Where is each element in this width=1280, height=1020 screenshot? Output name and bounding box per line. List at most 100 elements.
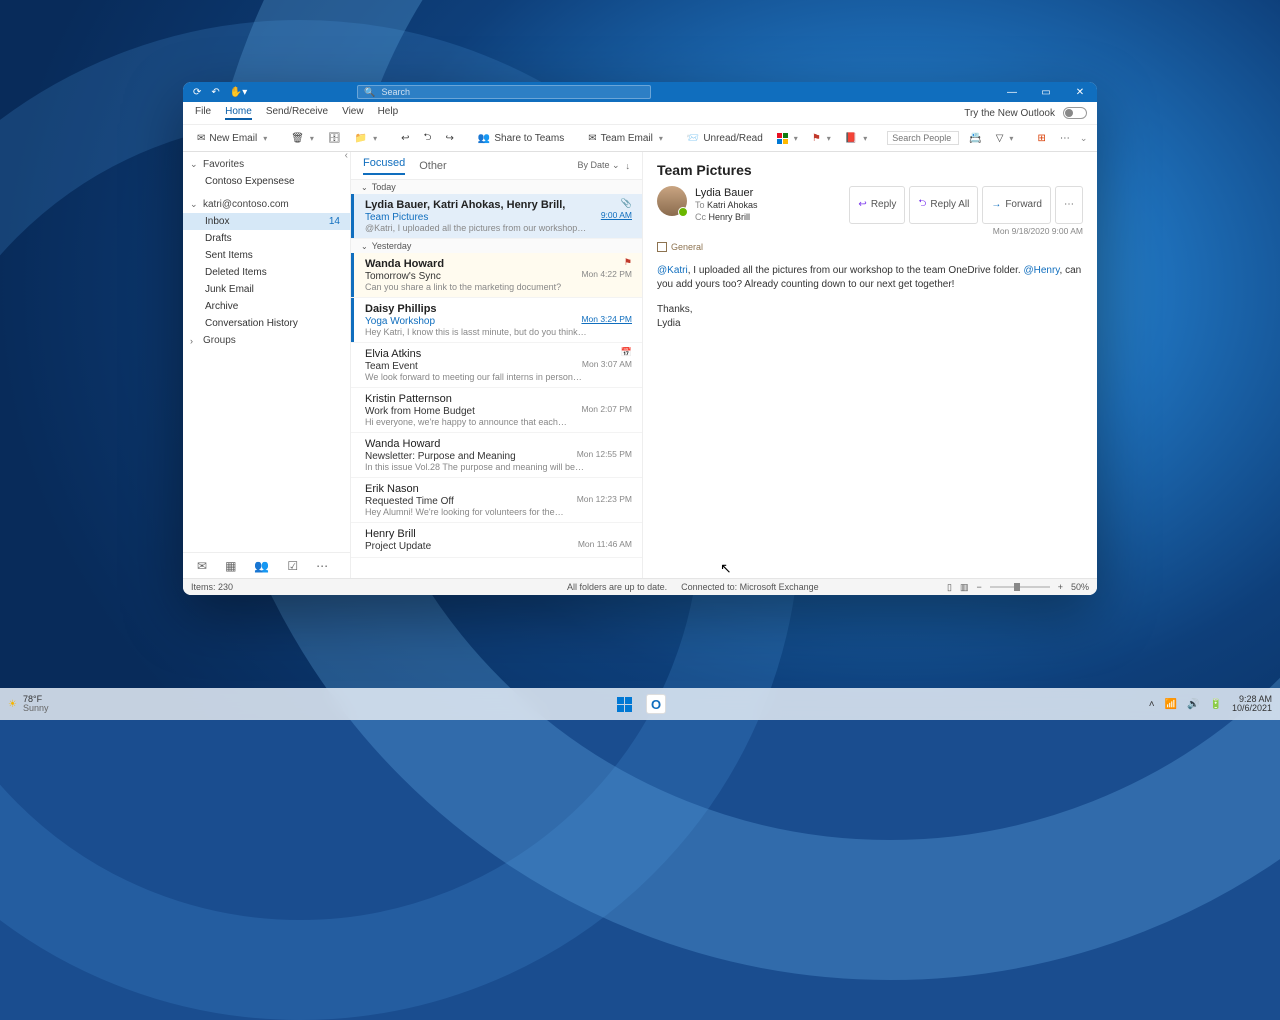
status-connected: Connected to: Microsoft Exchange: [681, 582, 819, 592]
address-book-button[interactable]: 📕▾: [841, 131, 871, 146]
try-new-outlook-label: Try the New Outlook: [964, 108, 1055, 119]
message-item[interactable]: Daisy Phillips Yoga Workshop Hey Katri, …: [351, 298, 642, 343]
trash-icon: 🗑: [291, 133, 304, 144]
touch-icon[interactable]: ✋▾: [230, 87, 247, 98]
forward-icon-button[interactable]: ↪: [442, 131, 458, 146]
reply-button[interactable]: ↩Reply: [849, 186, 905, 224]
minimize-button[interactable]: ―: [995, 82, 1029, 102]
sort-direction[interactable]: ↓: [626, 161, 631, 171]
archive-icon: 🗄: [328, 133, 341, 144]
calendar-nav-icon[interactable]: ▦: [225, 559, 236, 573]
move-button[interactable]: 📁▾: [351, 131, 381, 146]
reply-icon-button[interactable]: ↩: [397, 131, 413, 146]
view-reading-icon[interactable]: ▥: [960, 582, 969, 593]
try-new-outlook-toggle[interactable]: [1063, 107, 1087, 119]
zoom-slider[interactable]: [990, 586, 1050, 588]
reply-icon: ↩: [401, 133, 409, 144]
ribbon-expand[interactable]: ⌄: [1080, 133, 1088, 144]
menu-tab-sendreceive[interactable]: Send/Receive: [266, 106, 328, 120]
sync-icon[interactable]: ⟳: [193, 87, 201, 98]
folder-drafts[interactable]: Drafts: [183, 230, 350, 247]
search-people-input[interactable]: [887, 131, 959, 145]
message-group-header[interactable]: Today: [351, 180, 642, 194]
message-item[interactable]: Wanda Howard Newsletter: Purpose and Mea…: [351, 433, 642, 478]
account-header[interactable]: katri@contoso.com: [183, 196, 350, 213]
global-search[interactable]: 🔍 Search: [357, 85, 651, 99]
message-item[interactable]: ⚑ Wanda Howard Tomorrow's Sync Can you s…: [351, 253, 642, 298]
tab-focused[interactable]: Focused: [363, 157, 405, 175]
folder-archive[interactable]: Archive: [183, 298, 350, 315]
nav-icons: ✉ ▦ 👥 ☑ ⋯: [183, 552, 350, 578]
team-email-button[interactable]: ✉ Team Email▾: [584, 131, 667, 146]
favorites-header[interactable]: Favorites: [183, 156, 350, 173]
menu-tab-home[interactable]: Home: [225, 106, 252, 120]
message-item[interactable]: Kristin Patternson Work from Home Budget…: [351, 388, 642, 433]
calendar-icon: 📅: [621, 347, 632, 358]
folder-inbox[interactable]: Inbox14: [183, 213, 350, 230]
unread-read-button[interactable]: 📨 Unread/Read: [683, 131, 767, 146]
groups-header[interactable]: Groups: [183, 332, 350, 349]
reply-all-button[interactable]: ⮌Reply All: [909, 186, 978, 224]
reply-all-icon-button[interactable]: ⮌: [419, 128, 435, 149]
people-nav-icon[interactable]: 👥: [254, 559, 269, 573]
filter-button[interactable]: ▽▾: [992, 131, 1018, 146]
folder-conversation-history[interactable]: Conversation History: [183, 315, 350, 332]
flag-button[interactable]: ⚑▾: [808, 131, 835, 146]
outlook-window: ⟳ ↶ ✋▾ 🔍 Search ― ▭ ✕ File Home Send/Recei…: [183, 82, 1097, 595]
volume-icon[interactable]: 🔊: [1187, 699, 1199, 710]
mail-nav-icon[interactable]: ✉: [197, 559, 207, 573]
message-item[interactable]: Erik Nason Requested Time Off Hey Alumni…: [351, 478, 642, 523]
message-group-header[interactable]: Yesterday: [351, 239, 642, 253]
address-book2-button[interactable]: 📇: [965, 131, 985, 146]
start-button[interactable]: [614, 694, 634, 714]
attachment-icon: 📎: [621, 198, 632, 209]
categorize-button[interactable]: ▾: [773, 131, 802, 146]
channel-icon: [657, 242, 667, 252]
new-email-button[interactable]: ✉ New Email▾: [193, 131, 271, 146]
more-nav-icon[interactable]: ⋯: [316, 559, 328, 573]
folder-deleted-items[interactable]: Deleted Items: [183, 264, 350, 281]
reading-pane: Team Pictures Lydia Bauer To Katri Ahoka…: [643, 152, 1097, 578]
weather-widget[interactable]: ☀ 78°F Sunny: [8, 695, 49, 713]
wifi-icon[interactable]: 📶: [1165, 699, 1177, 710]
grid-icon: ⊞: [1037, 133, 1045, 144]
folder-junk-email[interactable]: Junk Email: [183, 281, 350, 298]
outlook-taskbar-icon[interactable]: O: [646, 694, 666, 714]
forward-button[interactable]: →Forward: [982, 186, 1051, 224]
sender-avatar: [657, 186, 687, 216]
message-item[interactable]: 📅 Elvia Atkins Team Event We look forwar…: [351, 343, 642, 388]
status-folders: All folders are up to date.: [567, 582, 667, 592]
undo-icon[interactable]: ↶: [211, 87, 219, 98]
message-item[interactable]: Henry Brill Project Update Mon 11:46 AM: [351, 523, 642, 558]
menu-tab-view[interactable]: View: [342, 106, 364, 120]
share-teams-button[interactable]: 👥 Share to Teams: [474, 131, 568, 146]
view-normal-icon[interactable]: ▯: [947, 582, 952, 593]
channel-chip[interactable]: General: [657, 242, 1083, 252]
menu-tab-file[interactable]: File: [195, 106, 211, 120]
sort-by[interactable]: By Date ⌄: [577, 160, 619, 171]
folder-contoso[interactable]: Contoso Expensese: [183, 173, 350, 190]
message-item[interactable]: 📎 Lydia Bauer, Katri Ahokas, Henry Brill…: [351, 194, 642, 239]
contacts-icon: 📇: [969, 133, 981, 144]
folder-pane: ‹ Favorites Contoso Expensese katri@cont…: [183, 152, 351, 578]
menu-row: File Home Send/Receive View Help Try the New…: [183, 102, 1097, 125]
more-button[interactable]: ⋯: [1056, 131, 1074, 146]
zoom-in[interactable]: +: [1058, 582, 1063, 592]
zoom-out[interactable]: −: [976, 582, 981, 592]
todo-nav-icon[interactable]: ☑: [287, 559, 298, 573]
reply-all-icon: ⮌: [423, 130, 431, 147]
message-body: @Katri, I uploaded all the pictures from…: [657, 264, 1083, 332]
delete-button[interactable]: 🗑▾: [287, 131, 318, 146]
clock[interactable]: 9:28 AM 10/6/2021: [1232, 695, 1272, 713]
archive-button[interactable]: 🗄: [324, 131, 345, 146]
tray-chevron-icon[interactable]: ˄: [1149, 699, 1155, 710]
battery-icon[interactable]: 🔋: [1210, 699, 1222, 710]
tab-other[interactable]: Other: [419, 160, 447, 172]
move-icon: 📁: [355, 133, 367, 144]
addins-button[interactable]: ⊞: [1033, 131, 1049, 146]
maximize-button[interactable]: ▭: [1029, 82, 1063, 102]
menu-tab-help[interactable]: Help: [378, 106, 399, 120]
close-button[interactable]: ✕: [1063, 82, 1097, 102]
more-actions-button[interactable]: ⋯: [1055, 186, 1083, 224]
folder-sent-items[interactable]: Sent Items: [183, 247, 350, 264]
